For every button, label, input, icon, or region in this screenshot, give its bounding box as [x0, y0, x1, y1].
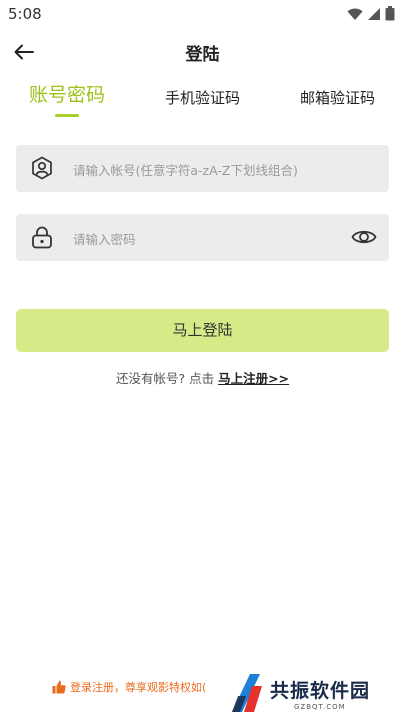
page-title: 登陆 — [185, 45, 220, 65]
account-field[interactable]: 请输入帐号(任意字符a-zA-Z下划线组合) — [16, 145, 389, 192]
eye-icon[interactable] — [351, 225, 377, 249]
tab-account-password[interactable]: 账号密码 — [29, 80, 105, 107]
watermark-logo: 共振软件园 GZBQT.COM — [228, 672, 388, 718]
password-input[interactable]: 请输入密码 — [73, 229, 136, 248]
login-button[interactable]: 马上登陆 — [16, 309, 389, 352]
watermark-subtitle: GZBQT.COM — [294, 703, 346, 711]
password-field[interactable]: 请输入密码 — [16, 214, 389, 261]
watermark-logo-icon — [232, 674, 262, 712]
register-row: 还没有帐号? 点击 马上注册>> — [0, 368, 405, 387]
register-link[interactable]: 马上注册>> — [218, 371, 289, 386]
tab-active-indicator — [55, 114, 79, 117]
header-bar: 登陆 — [0, 30, 405, 74]
tab-email-code[interactable]: 邮箱验证码 — [300, 87, 375, 108]
tab-phone-code[interactable]: 手机验证码 — [165, 87, 240, 108]
wifi-icon — [347, 8, 363, 20]
watermark-title: 共振软件园 — [270, 680, 371, 702]
status-bar: 5:08 — [0, 0, 405, 28]
status-icons — [347, 6, 395, 21]
thumbs-up-icon — [52, 680, 66, 694]
login-tabs: 账号密码 手机验证码 邮箱验证码 — [0, 82, 405, 122]
user-icon — [32, 156, 52, 180]
status-time: 5:08 — [8, 5, 42, 23]
footer-promo[interactable]: 登录注册，尊享观影特权如( — [52, 679, 206, 695]
signal-icon — [368, 7, 380, 20]
lock-icon — [32, 226, 52, 249]
register-prompt: 还没有帐号? 点击 — [115, 371, 215, 386]
account-input[interactable]: 请输入帐号(任意字符a-zA-Z下划线组合) — [73, 160, 298, 179]
battery-icon — [385, 6, 395, 21]
footer-promo-text: 登录注册，尊享观影特权如( — [70, 681, 207, 694]
